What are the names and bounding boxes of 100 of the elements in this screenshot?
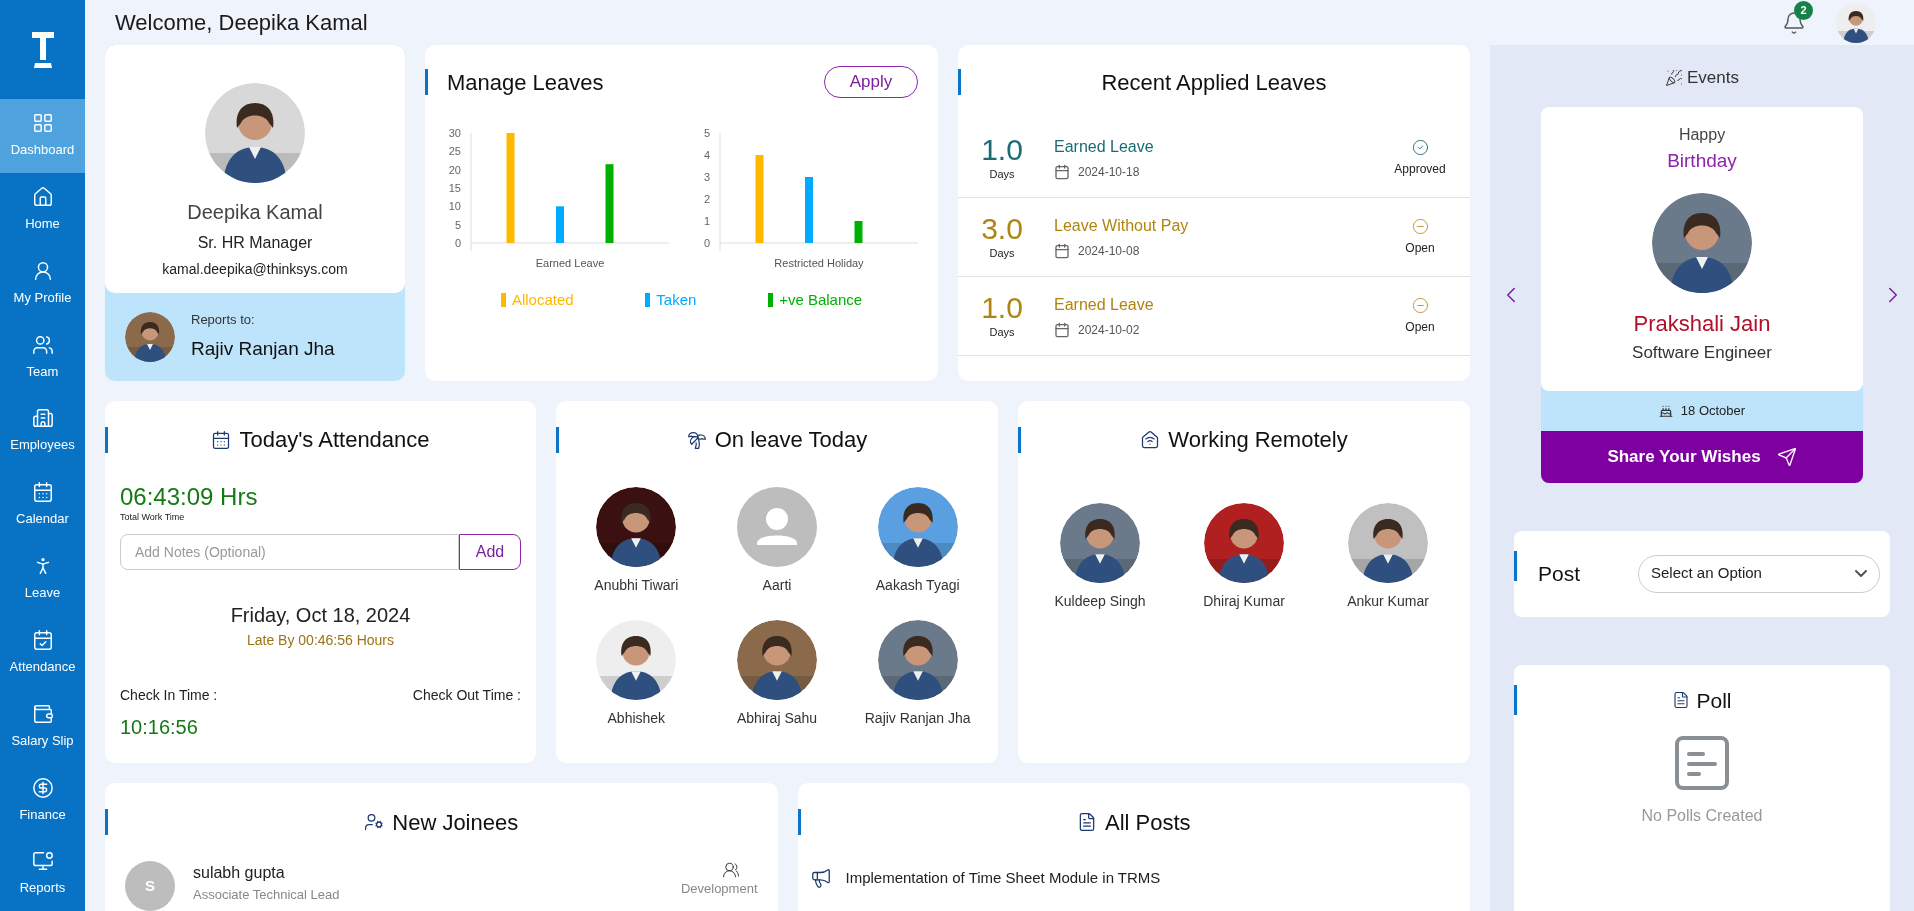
accent-bar bbox=[1514, 550, 1517, 581]
empty-list-icon bbox=[1675, 736, 1729, 790]
add-button[interactable]: Add bbox=[459, 534, 521, 571]
leave-status: Open bbox=[1405, 239, 1435, 257]
check-in-label: Check In Time : bbox=[120, 686, 218, 706]
sidebar-item[interactable]: Leave bbox=[0, 541, 85, 616]
person-name: Aakash Tyagi bbox=[875, 575, 960, 595]
greeting: Happy bbox=[1678, 124, 1726, 145]
department: Development bbox=[680, 880, 758, 898]
days-label: Days bbox=[989, 166, 1015, 182]
leave-status: Open bbox=[1405, 318, 1435, 336]
celebrant-name: Prakshali Jain bbox=[1633, 310, 1771, 338]
legend-label: +ve Balance bbox=[779, 290, 863, 310]
initial-avatar: S bbox=[125, 861, 175, 911]
joinee-role: Associate Technical Lead bbox=[193, 886, 341, 904]
notification-badge: 2 bbox=[1794, 0, 1813, 20]
accent-bar bbox=[105, 426, 108, 453]
person-name: Ankur Kumar bbox=[1347, 591, 1429, 611]
axis-tick-label: 3 bbox=[703, 171, 710, 183]
leave-date: 2024-10-02 bbox=[1078, 322, 1140, 339]
megaphone-icon bbox=[809, 867, 832, 890]
bar bbox=[804, 177, 813, 243]
axis-label: Restricted Holiday bbox=[774, 257, 864, 269]
sidebar-item[interactable]: My Profile bbox=[0, 246, 85, 321]
accent-bar bbox=[797, 809, 801, 835]
house-icon bbox=[1140, 429, 1161, 450]
building-icon bbox=[31, 407, 54, 430]
check-in-time: 10:16:56 bbox=[120, 715, 199, 741]
attendance-date: Friday, Oct 18, 2024 bbox=[230, 603, 411, 629]
leave-status: Approved bbox=[1394, 160, 1446, 178]
person-name: Aarti bbox=[762, 575, 792, 595]
calendar-check-icon bbox=[31, 628, 54, 651]
user-icon bbox=[364, 812, 385, 832]
leave-type: Earned Leave bbox=[1054, 295, 1155, 315]
post-label: Post bbox=[1538, 560, 1582, 587]
cake-icon bbox=[1658, 403, 1673, 418]
dollar-icon bbox=[31, 776, 54, 799]
home-icon bbox=[31, 186, 54, 209]
dashboard-icon bbox=[31, 112, 54, 135]
accent-bar bbox=[556, 426, 559, 453]
sidebar-item[interactable]: Reports bbox=[0, 837, 85, 911]
chevron-down-icon bbox=[1855, 569, 1867, 578]
sidebar-item[interactable]: Employees bbox=[0, 394, 85, 469]
post-title[interactable]: Implementation of Time Sheet Module in TRMS bbox=[845, 867, 1161, 890]
sidebar-item[interactable]: Home bbox=[0, 172, 85, 247]
team-icon bbox=[721, 861, 740, 879]
sidebar-item[interactable]: Attendance bbox=[0, 615, 85, 690]
card-title: Recent Applied Leaves bbox=[1101, 68, 1327, 97]
card-title: All Posts bbox=[1104, 808, 1191, 837]
card-title: Manage Leaves bbox=[447, 68, 605, 97]
card-title: Today's Attendance bbox=[239, 426, 430, 455]
axis-tick-label: 30 bbox=[449, 127, 462, 139]
calendar-icon bbox=[31, 481, 54, 504]
accent-bar bbox=[958, 69, 961, 95]
sidebar-item[interactable]: Salary Slip bbox=[0, 689, 85, 764]
legend-label: Taken bbox=[656, 290, 697, 310]
work-time-label: Total Work Time bbox=[120, 510, 186, 524]
poll-title: Poll bbox=[1696, 687, 1732, 714]
legend-label: Allocated bbox=[511, 290, 574, 310]
axis-tick-label: 4 bbox=[703, 149, 710, 161]
profile-name: Deepika Kamal bbox=[187, 200, 323, 225]
person-name: Abhishek bbox=[607, 708, 666, 728]
reports-to-label: Reports to: bbox=[191, 310, 256, 329]
card-title: Working Remotely bbox=[1168, 426, 1348, 455]
axis-tick-label: 0 bbox=[455, 237, 462, 249]
occasion: Birthday bbox=[1667, 148, 1737, 173]
monitor-icon bbox=[31, 850, 54, 873]
days-label: Days bbox=[989, 324, 1015, 340]
sidebar-item[interactable]: Finance bbox=[0, 763, 85, 838]
share-wishes-button[interactable]: Share Your Wishes bbox=[1541, 430, 1863, 483]
person-name: Kuldeep Singh bbox=[1054, 591, 1146, 611]
manager-name: Rajiv Ranjan Jha bbox=[191, 337, 335, 362]
calendar-icon bbox=[211, 429, 232, 450]
accent-bar bbox=[1514, 684, 1517, 715]
bar bbox=[556, 206, 565, 243]
event-date: 18 October bbox=[1680, 401, 1746, 420]
empty-message: No Polls Created bbox=[1641, 806, 1763, 826]
palm-tree-icon bbox=[686, 429, 707, 450]
events-title: Events bbox=[1687, 67, 1739, 89]
person-name: Dhiraj Kumar bbox=[1203, 591, 1285, 611]
axis-tick-label: 25 bbox=[449, 145, 462, 158]
leave-type: Leave Without Pay bbox=[1054, 216, 1190, 236]
accent-bar bbox=[425, 69, 428, 95]
card-title: On leave Today bbox=[714, 426, 868, 455]
page-title: Welcome, Deepika Kamal bbox=[115, 9, 369, 37]
notes-field[interactable]: Add Notes (Optional) bbox=[120, 534, 459, 571]
sidebar-item[interactable]: Calendar bbox=[0, 468, 85, 542]
axis-tick-label: 1 bbox=[703, 215, 710, 227]
users-icon bbox=[31, 333, 54, 356]
work-time: 06:43:09 Hrs bbox=[120, 482, 259, 511]
sidebar-item[interactable]: Dashboard bbox=[0, 99, 85, 173]
late-by: Late By 00:46:56 Hours bbox=[246, 631, 395, 651]
accent-bar bbox=[1018, 426, 1021, 453]
axis-tick-label: 5 bbox=[455, 218, 462, 231]
logo-icon bbox=[31, 31, 54, 68]
sidebar-item[interactable]: Team bbox=[0, 320, 85, 395]
celebrant-role: Software Engineer bbox=[1632, 342, 1772, 364]
axis-tick-label: 5 bbox=[703, 127, 710, 139]
profile-email: kamal.deepika@thinksys.com bbox=[162, 260, 348, 279]
calendar-icon bbox=[1054, 322, 1070, 338]
